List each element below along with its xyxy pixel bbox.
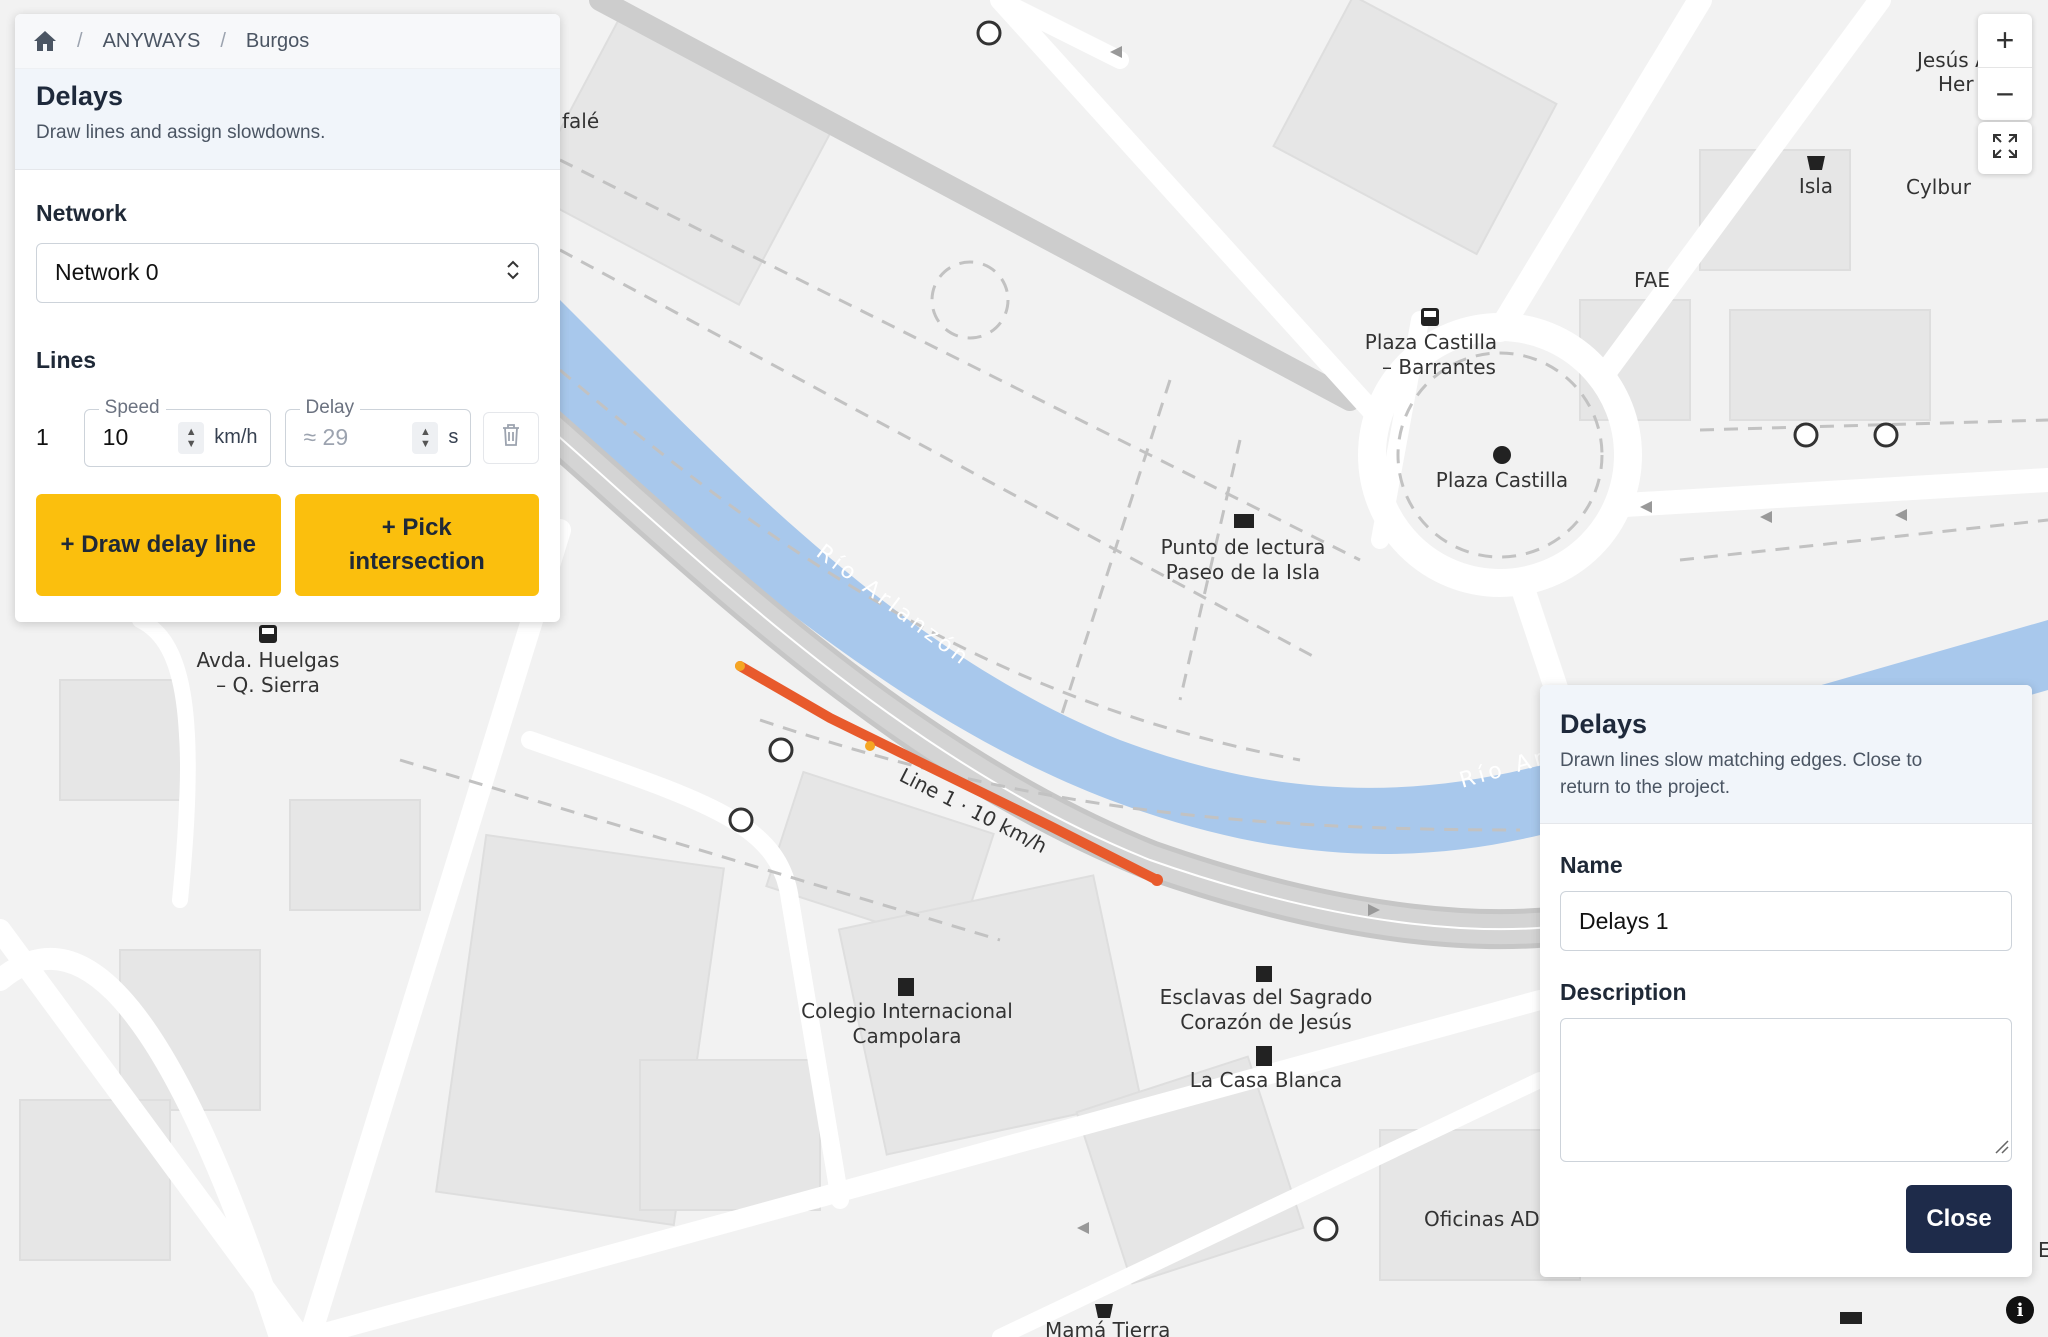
pick-intersection-button[interactable]: + Pick intersection (294, 493, 539, 596)
bus-stop-icon[interactable] (1421, 308, 1439, 326)
bus-stop-icon[interactable] (259, 625, 277, 643)
map-label: E (2038, 1238, 2048, 1262)
speed-field[interactable]: Speed 10 ▲ ▼ km/h (83, 396, 271, 467)
details-subtitle-line1: Drawn lines slow matching edges. Close t… (1560, 750, 1923, 771)
restricted-icon (728, 807, 754, 833)
pick-button-line2: intersection (348, 547, 485, 575)
map-label: – Q. Sierra (216, 673, 320, 697)
map-label: La Casa Blanca (1190, 1068, 1342, 1092)
speed-value[interactable]: 10 (103, 424, 179, 451)
monument-icon (1256, 1046, 1272, 1066)
chevron-updown-icon (506, 259, 520, 287)
map-label: Punto de lectura (1161, 535, 1326, 559)
restricted-icon (1873, 422, 1899, 448)
fullscreen-icon (1991, 132, 2019, 165)
restricted-icon (976, 20, 1002, 46)
network-select[interactable]: Network 0 (36, 242, 539, 303)
close-button[interactable]: Close (1906, 1185, 2012, 1253)
delay-label: Delay (299, 396, 361, 419)
zoom-control: + − (1978, 14, 2032, 120)
breadcrumb-item-burgos[interactable]: Burgos (246, 30, 309, 53)
delays-editor-panel: / ANYWAYS / Burgos Delays Draw lines and… (15, 14, 560, 622)
breadcrumb-separator: / (220, 29, 226, 52)
delay-line-vertex[interactable] (865, 741, 875, 751)
zoom-in-button[interactable]: + (1978, 14, 2032, 68)
garden-icon (1493, 446, 1511, 464)
panel-title: Delays (36, 81, 124, 111)
delay-value[interactable]: ≈ 29 (304, 424, 413, 451)
book-icon (1234, 514, 1254, 528)
shop-icon (1095, 1304, 1113, 1318)
map-label: Isla (1799, 174, 1833, 198)
name-input[interactable]: Delays 1 (1560, 891, 2012, 952)
fullscreen-button[interactable] (1978, 122, 2032, 174)
delete-line-button[interactable] (483, 411, 540, 464)
name-input-value: Delays 1 (1579, 907, 1669, 934)
panel-header: Delays Draw lines and assign slowdowns. (15, 69, 560, 170)
home-icon[interactable] (33, 30, 57, 52)
resize-handle-icon[interactable] (1993, 1138, 2009, 1159)
details-subtitle-line2: return to the project. (1560, 776, 1731, 798)
map-label: Esclavas del Sagrado (1160, 985, 1373, 1009)
details-title: Delays (1560, 709, 1648, 739)
map-label: Cylbur (1906, 175, 1972, 199)
speed-stepper[interactable]: ▲ ▼ (178, 421, 205, 454)
restricted-icon (768, 737, 794, 763)
network-label: Network (36, 199, 127, 226)
map-label: – Barrantes (1382, 355, 1496, 379)
map-label: Oficinas ADI (1424, 1207, 1546, 1231)
shop-icon (1807, 156, 1825, 170)
draw-delay-line-button[interactable]: + Draw delay line (36, 493, 281, 596)
delay-stepper[interactable]: ▲ ▼ (412, 421, 439, 454)
speed-unit: km/h (214, 426, 258, 449)
hotel-icon (1840, 1312, 1862, 1324)
zoom-out-button[interactable]: − (1978, 68, 2032, 121)
line-number: 1 (36, 424, 49, 451)
delay-unit: s (448, 426, 459, 449)
school-icon (898, 978, 914, 996)
details-header: Delays Drawn lines slow matching edges. … (1540, 685, 2032, 825)
delay-field[interactable]: Delay ≈ 29 ▲ ▼ s (284, 396, 472, 467)
breadcrumb: / ANYWAYS / Burgos (15, 14, 560, 69)
map-label: Her (1938, 72, 1974, 96)
map-label: Plaza Castilla (1436, 468, 1568, 492)
pick-button-line1: + Pick (381, 514, 452, 541)
breadcrumb-item-anyways[interactable]: ANYWAYS (103, 30, 201, 53)
breadcrumb-separator: / (77, 29, 83, 52)
church-icon (1256, 966, 1272, 982)
map-label: falé (562, 109, 599, 133)
map-label: Plaza Castilla (1365, 330, 1497, 354)
trash-icon (501, 423, 521, 452)
action-buttons: + Draw delay line + Pick intersection (36, 493, 539, 596)
delay-line-vertex[interactable] (735, 661, 745, 671)
name-label: Name (1560, 852, 1623, 879)
map-label: Campolara (853, 1024, 962, 1048)
line-row: 1 Speed 10 ▲ ▼ km/h Delay ≈ 29 ▲ ▼ s (36, 396, 540, 468)
description-textarea[interactable] (1560, 1018, 2012, 1163)
delays-details-panel: Delays Drawn lines slow matching edges. … (1540, 685, 2032, 1277)
description-label: Description (1560, 979, 1687, 1006)
lines-label: Lines (36, 346, 97, 373)
restricted-icon (1793, 422, 1819, 448)
speed-label: Speed (98, 396, 166, 419)
info-icon[interactable]: i (2006, 1296, 2034, 1324)
map-label: Corazón de Jesús (1180, 1010, 1352, 1034)
network-select-value: Network 0 (55, 259, 159, 286)
map-label: Paseo de la Isla (1166, 560, 1320, 584)
panel-subtitle: Draw lines and assign slowdowns. (36, 122, 326, 143)
restricted-icon (1313, 1216, 1339, 1242)
map-label: FAE (1634, 268, 1670, 292)
delay-line-vertex[interactable] (1151, 874, 1163, 886)
map-label: Avda. Huelgas (197, 648, 340, 672)
map-label: Mamá Tierra (1045, 1318, 1170, 1337)
map-label: Colegio Internacional (801, 999, 1013, 1023)
